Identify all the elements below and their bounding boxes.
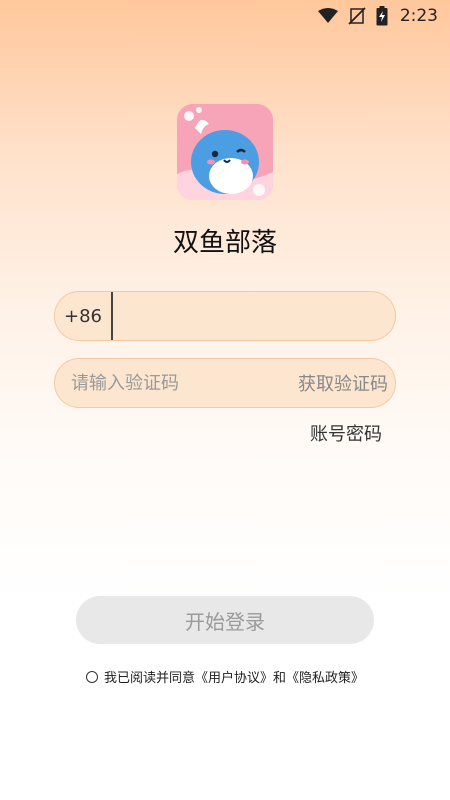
agreement-text[interactable]: 我已阅读并同意《用户协议》和《隐私政策》 bbox=[104, 667, 364, 686]
agreement-radio[interactable] bbox=[85, 670, 98, 683]
status-time: 2:23 bbox=[399, 6, 438, 26]
phone-field[interactable]: +86 bbox=[54, 291, 396, 341]
phone-input[interactable] bbox=[112, 291, 395, 341]
login-button[interactable]: 开始登录 bbox=[76, 596, 374, 644]
app-logo bbox=[177, 104, 273, 200]
password-login-link[interactable]: 账号密码 bbox=[310, 420, 382, 446]
battery-charging-icon bbox=[376, 6, 388, 26]
no-signal-icon bbox=[348, 7, 366, 25]
app-name: 双鱼部落 bbox=[172, 228, 277, 258]
verification-code-field[interactable]: 获取验证码 bbox=[54, 358, 396, 408]
agreement-row: 我已阅读并同意《用户协议》和《隐私政策》 bbox=[0, 667, 450, 686]
verification-code-input[interactable] bbox=[69, 371, 298, 395]
country-code[interactable]: +86 bbox=[55, 306, 111, 327]
wifi-icon bbox=[317, 8, 338, 24]
get-code-button[interactable]: 获取验证码 bbox=[298, 370, 388, 396]
status-bar: 2:23 bbox=[0, 0, 450, 32]
